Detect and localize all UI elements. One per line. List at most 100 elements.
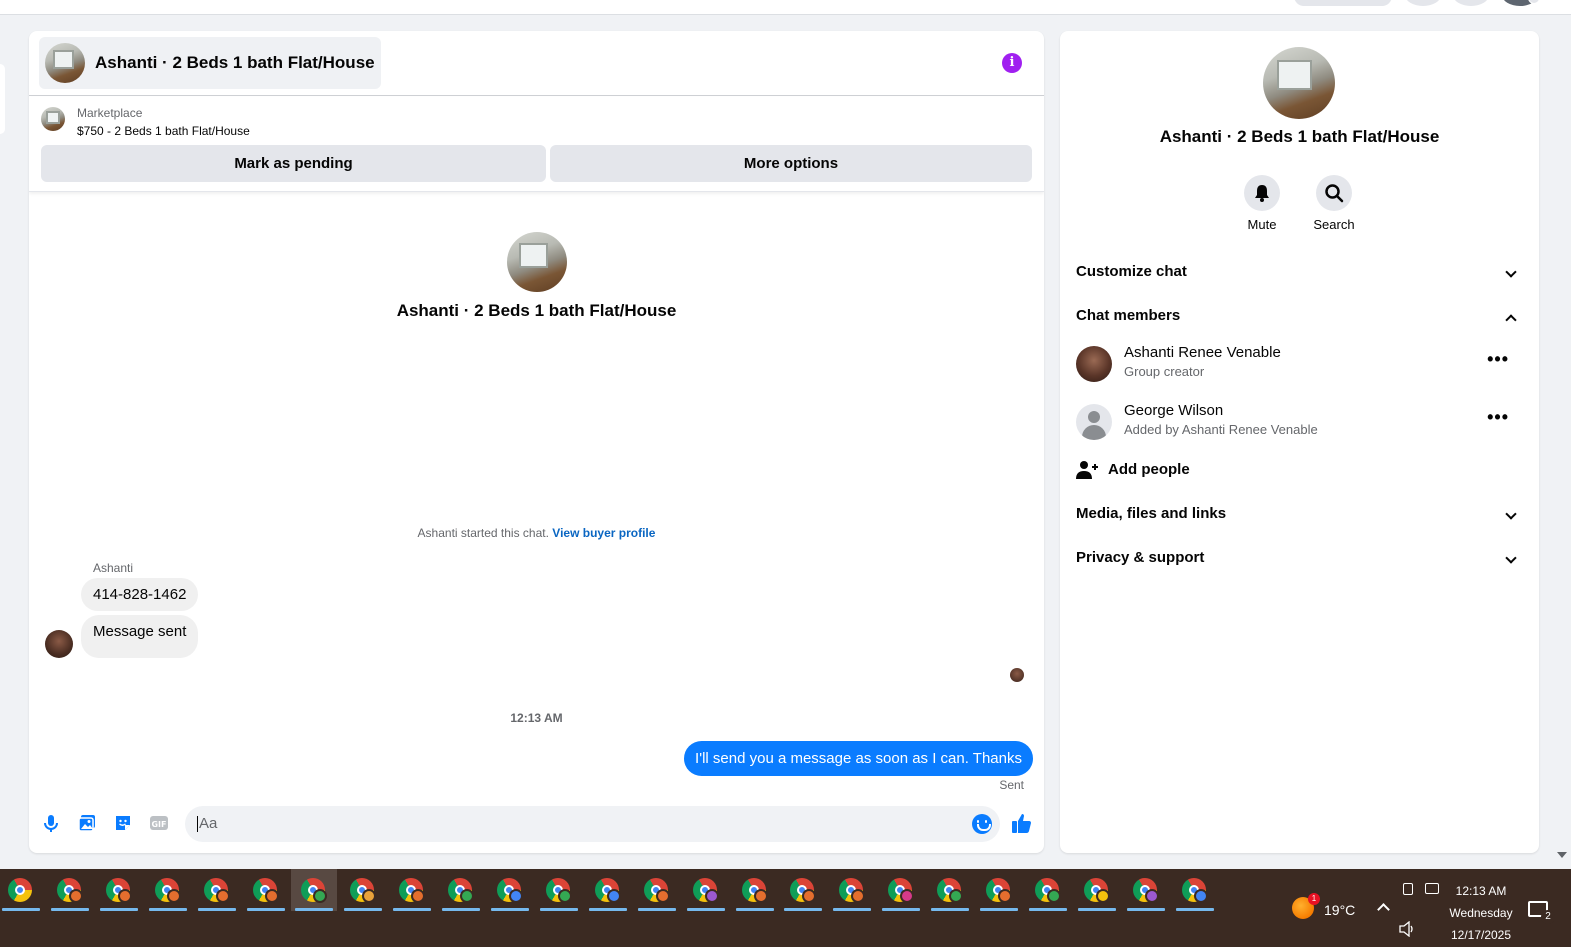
chrome-taskbar-button[interactable] [291,869,338,911]
chrome-taskbar-button[interactable] [96,869,142,911]
chrome-taskbar-button[interactable] [438,869,484,911]
chrome-taskbar-button[interactable] [0,869,44,911]
add-people-button[interactable]: Add people [1076,459,1276,483]
chrome-taskbar-button[interactable] [878,869,924,911]
search-icon [1316,175,1352,211]
chrome-taskbar-button[interactable] [389,869,435,911]
chrome-taskbar-button[interactable] [634,869,680,911]
chrome-taskbar-button[interactable] [340,869,386,911]
more-options-icon[interactable]: ••• [1487,350,1509,368]
weather-temperature[interactable]: 19°C [1324,902,1355,918]
profile-badge-icon [460,889,475,903]
top-notifications-button[interactable] [1453,0,1489,6]
customize-chat-section[interactable]: Customize chat [1076,263,1523,285]
outgoing-message[interactable]: I'll send you a message as soon as I can… [684,741,1033,776]
emoji-icon[interactable] [972,814,992,834]
member-name: Ashanti Renee Venable [1124,344,1281,361]
meet-now-icon[interactable] [1403,883,1413,895]
media-files-links-label: Media, files and links [1076,505,1227,522]
running-indicator [1077,908,1116,911]
mark-as-pending-button[interactable]: Mark as pending [41,145,546,182]
chrome-taskbar-button[interactable] [732,869,778,911]
system-clock[interactable]: 12:13 AM Wednesday 12/17/2025 [1440,880,1522,946]
sticker-icon[interactable] [113,813,133,833]
mute-button[interactable]: Mute [1232,175,1292,232]
started-text: Ashanti started this chat. [417,526,549,540]
chrome-taskbar-button[interactable] [1123,869,1169,911]
more-options-icon[interactable]: ••• [1487,408,1509,426]
chrome-taskbar-button[interactable] [1025,869,1071,911]
message-input[interactable]: Aa [185,806,1000,842]
chrome-taskbar-button[interactable] [194,869,240,911]
search-button[interactable]: Search [1304,175,1364,232]
chrome-taskbar-button[interactable] [976,869,1022,911]
chat-intro-title: Ashanti · 2 Beds 1 bath Flat/House [396,301,677,320]
notification-center-icon[interactable]: 2 [1528,901,1555,924]
message-composer: GIF Aa [29,803,1044,845]
mute-label: Mute [1247,217,1277,232]
network-icon[interactable] [1425,883,1439,894]
volume-icon[interactable] [1399,921,1417,937]
running-indicator [148,908,187,911]
chat-members-section[interactable]: Chat members [1076,307,1523,329]
chrome-taskbar-button[interactable] [487,869,533,911]
chrome-taskbar-button[interactable] [145,869,191,911]
chevron-down-icon [1505,266,1517,278]
member-row[interactable]: Ashanti Renee Venable Group creator ••• [1076,344,1523,386]
profile-badge-icon [362,889,377,903]
profile-badge-icon [1046,889,1061,903]
marketplace-bar: Marketplace $750 - 2 Beds 1 bath Flat/Ho… [29,97,1044,192]
thumbs-up-icon[interactable] [1011,812,1033,834]
marketplace-item[interactable]: $750 - 2 Beds 1 bath Flat/House [77,124,250,138]
profile-badge-icon [166,889,181,903]
chat-title-button[interactable]: Ashanti · 2 Beds 1 bath Flat/House [39,37,381,89]
marketplace-thumbnail [41,107,65,131]
chrome-taskbar-button[interactable] [536,869,582,911]
chat-panel: Ashanti · 2 Beds 1 bath Flat/House i Mar… [29,31,1044,853]
account-avatar[interactable] [1502,0,1540,6]
chrome-taskbar-button[interactable] [683,869,729,911]
member-row[interactable]: George Wilson Added by Ashanti Renee Ven… [1076,402,1523,444]
top-search-pill[interactable] [1294,0,1392,6]
photo-icon[interactable] [77,813,97,833]
top-menu-button[interactable] [1405,0,1441,6]
running-indicator [50,908,89,911]
info-icon[interactable]: i [1002,53,1022,73]
chrome-taskbar-button[interactable] [780,869,826,911]
incoming-message[interactable]: 414-828-1462 [81,578,199,611]
running-indicator [2,908,40,911]
chrome-taskbar-button[interactable] [47,869,93,911]
windows-taskbar: 1 19°C 12:13 AM Wednesday 12/17/2025 2 [0,869,1571,947]
message-timestamp: 12:13 AM [510,711,563,725]
privacy-support-section[interactable]: Privacy & support [1076,549,1523,571]
profile-badge-icon [704,889,719,903]
running-indicator [588,908,627,911]
weather-icon[interactable]: 1 [1292,893,1320,919]
running-indicator [784,908,823,911]
more-options-button[interactable]: More options [550,145,1032,182]
scrollbar-down-arrow[interactable] [1557,852,1567,858]
default-avatar-icon [1076,404,1112,440]
incoming-message[interactable]: Message sent [81,615,199,658]
top-navigation-bar [0,0,1571,15]
microphone-icon[interactable] [41,813,61,833]
chrome-taskbar-button[interactable] [1172,869,1218,911]
sender-avatar[interactable] [45,630,73,658]
chrome-taskbar-button[interactable] [829,869,875,911]
profile-badge-icon [851,889,866,903]
chrome-taskbar-button[interactable] [243,869,289,911]
media-files-links-section[interactable]: Media, files and links [1076,505,1523,527]
chat-title: Ashanti · 2 Beds 1 bath Flat/House [95,53,375,72]
gif-icon[interactable]: GIF [149,813,169,833]
member-role: Group creator [1124,364,1205,379]
view-buyer-profile-link[interactable]: View buyer profile [552,526,655,540]
add-person-icon [1076,461,1098,479]
chevron-down-icon [1505,508,1517,520]
chevron-up-icon [1505,314,1517,326]
chevron-down-icon [1528,0,1540,4]
running-indicator [882,908,921,911]
chrome-taskbar-button[interactable] [585,869,631,911]
chrome-taskbar-button[interactable] [927,869,973,911]
show-hidden-icons-chevron-icon[interactable] [1377,903,1390,916]
chrome-taskbar-button[interactable] [1074,869,1120,911]
